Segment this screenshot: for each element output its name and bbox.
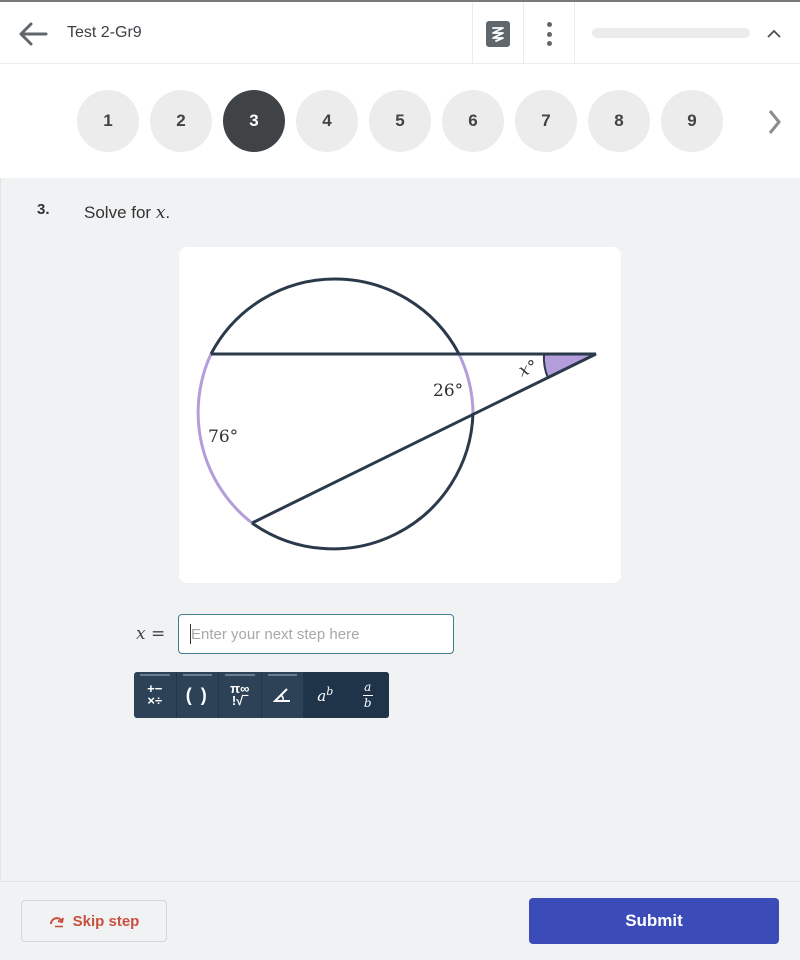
operators-line2: ×÷ (147, 693, 163, 708)
collapse-button[interactable] (762, 22, 786, 46)
question-prompt: Solve for x. (84, 203, 170, 223)
kebab-dot (546, 22, 552, 27)
near-arc-label: 26° (433, 381, 464, 401)
question-5-button[interactable]: 5 (369, 90, 431, 152)
skip-step-label: Skip step (72, 912, 140, 930)
fraction-denominator: b (363, 695, 372, 710)
question-figure: 76° 26° x° (179, 247, 621, 583)
skip-arrow-icon (49, 917, 64, 928)
chevron-right-icon (768, 110, 781, 134)
skip-step-button[interactable]: Skip step (21, 900, 167, 942)
text-caret (190, 624, 191, 644)
question-number: 3. (37, 201, 50, 218)
footer-bar: Skip step Submit (0, 881, 800, 960)
far-arc-label: 76° (208, 427, 239, 447)
divider (472, 2, 473, 64)
question-7-button[interactable]: 7 (515, 90, 577, 152)
fraction-icon: a b (362, 679, 373, 710)
back-button[interactable] (14, 16, 52, 52)
answer-variable: x (136, 624, 146, 644)
question-2-button[interactable]: 2 (150, 90, 212, 152)
answer-equals: = (145, 624, 166, 644)
divider (523, 2, 524, 64)
kebab-dot (546, 31, 552, 37)
operators-icon: +− ×÷ (147, 682, 163, 708)
exponent-icon: ab (317, 685, 333, 705)
answer-input[interactable] (178, 614, 454, 654)
progress-bar (592, 28, 750, 38)
divider (574, 2, 575, 64)
fraction-button[interactable]: a b (346, 672, 389, 718)
prompt-variable: x (155, 203, 166, 223)
angle-icon (273, 688, 291, 702)
question-4-button[interactable]: 4 (296, 90, 358, 152)
kebab-dot (546, 41, 552, 46)
symbols-icon: π∞ !√‾ (230, 682, 249, 708)
exponent-power: b (326, 685, 334, 698)
circle-lower-arc (251, 412, 475, 551)
circle-secant-diagram (196, 277, 597, 551)
question-6-button[interactable]: 6 (442, 90, 504, 152)
symbols-button[interactable]: π∞ !√‾ (219, 672, 262, 718)
kebab-menu-button[interactable] (539, 19, 559, 49)
chevron-up-icon (767, 29, 781, 38)
prompt-end: . (165, 203, 171, 222)
question-3-button[interactable]: 3 (223, 90, 285, 152)
page-title: Test 2-Gr9 (67, 24, 142, 41)
divider (0, 178, 1, 960)
arrow-left-icon (19, 22, 48, 46)
answer-label: x = (136, 624, 165, 644)
zigzag-logo-icon (492, 27, 504, 42)
question-1-button[interactable]: 1 (77, 90, 139, 152)
question-9-button[interactable]: 9 (661, 90, 723, 152)
angle-button[interactable] (262, 672, 304, 718)
submit-button[interactable]: Submit (529, 898, 779, 944)
fraction-numerator: a (364, 679, 372, 694)
math-toolbar: +− ×÷ ( ) π∞ !√‾ ab a b (134, 672, 389, 718)
operators-button[interactable]: +− ×÷ (134, 672, 177, 718)
exponent-button[interactable]: ab (304, 672, 347, 718)
parentheses-icon: ( ) (185, 684, 209, 705)
symbols-line2: !√‾ (231, 693, 248, 708)
next-questions-button[interactable] (762, 108, 786, 136)
parentheses-button[interactable]: ( ) (177, 672, 219, 718)
secant-lower (251, 352, 597, 525)
question-8-button[interactable]: 8 (588, 90, 650, 152)
top-bar: Test 2-Gr9 (0, 0, 800, 64)
exponent-base: a (317, 687, 327, 705)
app-logo-button[interactable] (486, 21, 510, 47)
circle-upper-arc (209, 277, 461, 355)
prompt-text: Solve for (84, 203, 156, 222)
question-navigator: 1 2 3 4 5 6 7 8 9 (0, 64, 800, 178)
